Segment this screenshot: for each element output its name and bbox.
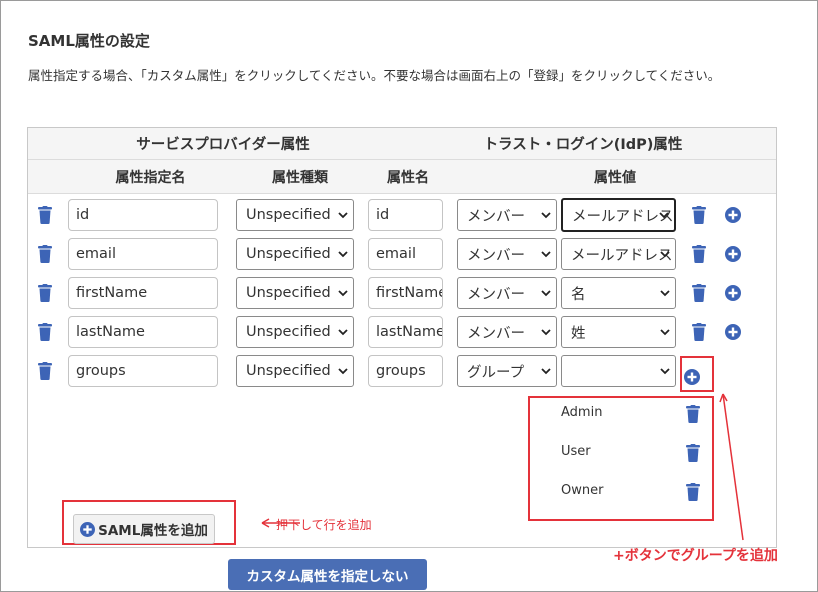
no-custom-attr-button[interactable]: カスタム属性を指定しない: [228, 559, 427, 590]
add-group-note: +ボタンでグループを追加: [613, 548, 778, 564]
arrow-to-group-plus: [722, 393, 744, 541]
annotation-arrows: [261, 393, 744, 541]
add-row-note: 押下して行を追加: [264, 516, 372, 533]
add-row-note-text: 押下して行を追加: [276, 518, 372, 532]
